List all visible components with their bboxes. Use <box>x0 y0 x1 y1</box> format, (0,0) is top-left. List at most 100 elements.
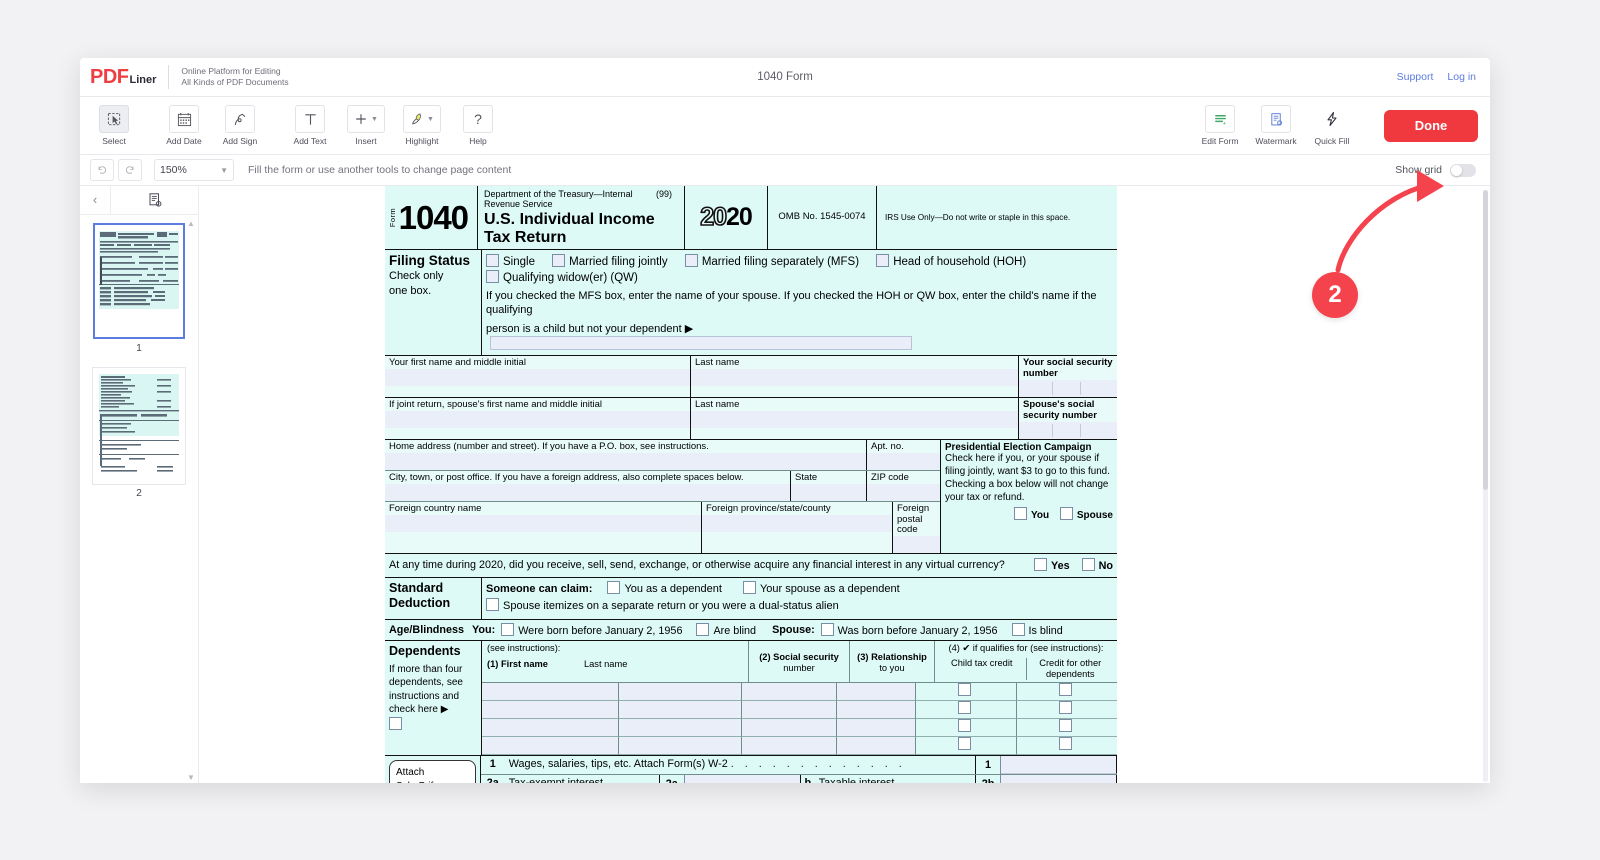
tool-add-text[interactable]: Add Text <box>282 105 338 146</box>
tool-add-sign[interactable]: Add Sign <box>212 105 268 146</box>
chevron-left-icon[interactable]: ‹ <box>80 186 111 214</box>
tool-select[interactable]: Select <box>86 105 142 146</box>
dependent-last-name-input[interactable] <box>619 718 742 737</box>
checkbox-spouse-as-dependent[interactable] <box>742 580 756 594</box>
dependent-odc-cell[interactable] <box>1017 700 1117 719</box>
spouse-itemizes-option[interactable]: Spouse itemizes on a separate return or … <box>486 598 1113 613</box>
dependent-odc-cell[interactable] <box>1017 718 1117 737</box>
tool-edit-form[interactable]: + Edit Form <box>1192 105 1248 146</box>
dependent-ctc-cell[interactable] <box>916 718 1017 737</box>
checkbox-child-tax-credit[interactable] <box>957 718 971 732</box>
support-link[interactable]: Support <box>1397 71 1434 83</box>
dependent-ssn-input[interactable] <box>742 700 837 719</box>
your-ssn-input[interactable] <box>1019 379 1117 397</box>
dependent-relationship-input[interactable] <box>837 718 916 737</box>
income-line-1-amount-input[interactable] <box>1001 755 1117 774</box>
filing-status-option-hoh[interactable]: Head of household (HOH) <box>876 254 1026 269</box>
income-line-2b-amount-input[interactable] <box>1001 774 1117 783</box>
tool-add-date[interactable]: Add Date <box>156 105 212 146</box>
tool-highlight[interactable]: ▼ Highlight <box>394 105 450 146</box>
your-first-name-input[interactable] <box>385 369 690 387</box>
tool-insert[interactable]: ▼ Insert <box>338 105 394 146</box>
you-born-option[interactable]: Were born before January 2, 1956 <box>501 623 682 637</box>
dependent-last-name-input[interactable] <box>619 682 742 701</box>
logo[interactable]: PDF Liner <box>80 67 156 87</box>
undo-arrow-icon[interactable] <box>90 159 114 181</box>
spouse-ssn-input[interactable] <box>1019 421 1117 439</box>
virtual-currency-no-option[interactable]: No <box>1081 558 1113 572</box>
scrollbar-thumb[interactable] <box>1483 190 1488 490</box>
checkbox-other-dependent-credit[interactable] <box>1058 682 1072 696</box>
checkbox-virtual-currency-no[interactable] <box>1081 558 1095 572</box>
spouse-blind-option[interactable]: Is blind <box>1011 623 1063 637</box>
income-line-2a-amount-input[interactable] <box>684 774 801 783</box>
dependent-relationship-input[interactable] <box>837 736 916 755</box>
page-settings-icon[interactable] <box>111 191 198 209</box>
dependent-first-name-input[interactable] <box>482 718 619 737</box>
dependent-first-name-input[interactable] <box>482 682 619 701</box>
checkbox-child-tax-credit[interactable] <box>957 736 971 750</box>
show-grid-control[interactable]: Show grid <box>1395 163 1490 177</box>
checkbox-married-filing-jointly[interactable] <box>552 254 566 268</box>
you-blind-option[interactable]: Are blind <box>696 623 756 637</box>
filing-status-option-qw[interactable]: Qualifying widow(er) (QW) <box>486 269 638 285</box>
checkbox-presidential-you[interactable] <box>1013 506 1027 520</box>
redo-arrow-icon[interactable] <box>118 159 142 181</box>
checkbox-qualifying-widow[interactable] <box>486 269 499 283</box>
checkbox-more-than-four-dependents[interactable] <box>389 716 402 730</box>
presidential-you-option[interactable]: You <box>1013 506 1049 521</box>
state-input[interactable] <box>791 483 866 501</box>
claim-spouse-option[interactable]: Your spouse as a dependent <box>742 580 900 595</box>
dependent-first-name-input[interactable] <box>482 700 619 719</box>
dependent-ctc-cell[interactable] <box>916 736 1017 755</box>
zip-input[interactable] <box>867 483 940 501</box>
checkbox-spouse-itemizes[interactable] <box>486 598 499 612</box>
checkbox-other-dependent-credit[interactable] <box>1058 700 1072 714</box>
checkbox-head-of-household[interactable] <box>876 254 890 268</box>
checkbox-you-are-blind[interactable] <box>696 623 710 637</box>
dependent-ssn-input[interactable] <box>742 718 837 737</box>
dependent-ssn-input[interactable] <box>742 682 837 701</box>
sidebar-scrollbar[interactable]: ▲ ▼ <box>186 219 196 782</box>
dependent-ssn-input[interactable] <box>742 736 837 755</box>
foreign-postal-input[interactable] <box>893 536 940 554</box>
checkbox-spouse-born-before[interactable] <box>820 623 834 637</box>
done-button[interactable]: Done <box>1384 109 1478 142</box>
scroll-down-icon[interactable]: ▼ <box>187 773 195 782</box>
tool-watermark[interactable]: Watermark <box>1248 105 1304 146</box>
dependent-ctc-cell[interactable] <box>916 700 1017 719</box>
dependent-odc-cell[interactable] <box>1017 736 1117 755</box>
zoom-level-select[interactable]: 150% ▼ <box>154 159 234 181</box>
spouse-first-name-input[interactable] <box>385 410 690 428</box>
filing-status-option-mfs[interactable]: Married filing separately (MFS) <box>684 254 859 269</box>
page-thumbnails[interactable]: 1 2 ▲ ▼ <box>80 215 198 783</box>
filing-status-option-mfj[interactable]: Married filing jointly <box>552 254 668 269</box>
presidential-spouse-option[interactable]: Spouse <box>1059 506 1113 521</box>
document-scrollbar[interactable] <box>1483 190 1488 782</box>
city-input[interactable] <box>385 483 790 501</box>
tool-help[interactable]: ? Help <box>450 105 506 146</box>
checkbox-spouse-is-blind[interactable] <box>1011 623 1025 637</box>
checkbox-virtual-currency-yes[interactable] <box>1033 558 1047 572</box>
show-grid-toggle[interactable] <box>1450 163 1476 177</box>
pdf-page-1[interactable]: Form 1040 (99) Department of the Treasur… <box>385 186 1117 783</box>
document-viewport[interactable]: Form 1040 (99) Department of the Treasur… <box>199 186 1490 783</box>
checkbox-other-dependent-credit[interactable] <box>1058 736 1072 750</box>
login-link[interactable]: Log in <box>1447 71 1476 83</box>
foreign-country-input[interactable] <box>385 514 701 532</box>
dependent-odc-cell[interactable] <box>1017 682 1117 701</box>
dependent-last-name-input[interactable] <box>619 736 742 755</box>
checkbox-other-dependent-credit[interactable] <box>1058 718 1072 732</box>
checkbox-you-born-before[interactable] <box>501 623 515 637</box>
filing-status-option-single[interactable]: Single <box>486 254 535 269</box>
spouse-child-name-input[interactable] <box>490 335 912 350</box>
scroll-up-icon[interactable]: ▲ <box>187 219 195 228</box>
spouse-born-option[interactable]: Was born before January 2, 1956 <box>820 623 998 637</box>
spouse-last-name-input[interactable] <box>691 410 1018 428</box>
virtual-currency-yes-option[interactable]: Yes <box>1033 558 1070 572</box>
dependent-ctc-cell[interactable] <box>916 682 1017 701</box>
checkbox-married-filing-separately[interactable] <box>684 254 698 268</box>
dependent-relationship-input[interactable] <box>837 682 916 701</box>
apt-no-input[interactable] <box>867 452 940 470</box>
checkbox-child-tax-credit[interactable] <box>957 682 971 696</box>
